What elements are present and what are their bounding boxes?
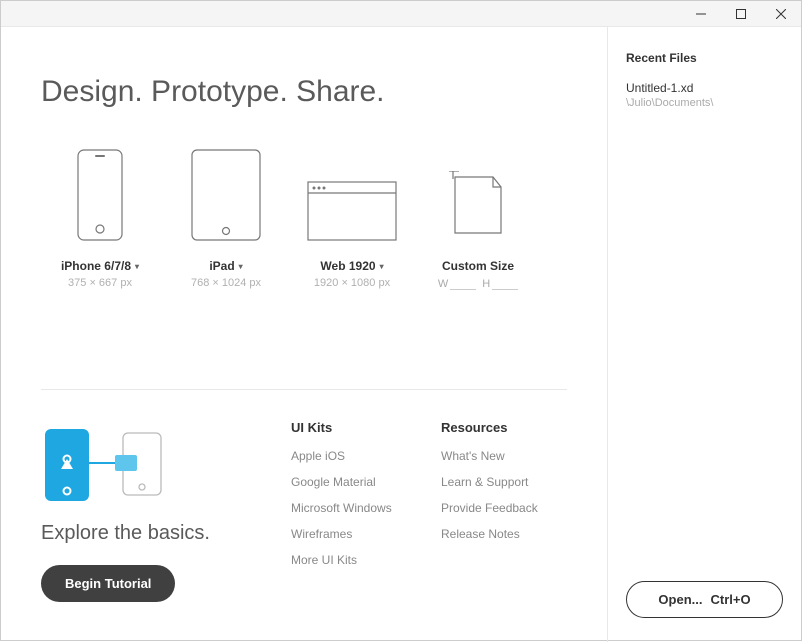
maximize-button[interactable] <box>721 1 761 27</box>
uikit-link-apple[interactable]: Apple iOS <box>291 449 417 463</box>
titlebar <box>1 1 801 27</box>
preset-thumb <box>41 145 159 241</box>
custom-width-input[interactable] <box>450 277 476 290</box>
preset-row: iPhone 6/7/8 ▾ 375 × 667 px iPad ▾ 768 ×… <box>41 145 567 290</box>
recent-file-name: Untitled-1.xd <box>626 81 783 95</box>
uikits-column: UI Kits Apple iOS Google Material Micros… <box>291 420 417 602</box>
uikit-link-google[interactable]: Google Material <box>291 475 417 489</box>
chevron-down-icon: ▾ <box>380 262 384 271</box>
browser-icon <box>307 181 397 241</box>
close-icon <box>776 9 786 19</box>
preset-thumb <box>167 145 285 241</box>
resource-link-releasenotes[interactable]: Release Notes <box>441 527 567 541</box>
uikit-link-wireframes[interactable]: Wireframes <box>291 527 417 541</box>
open-button[interactable]: Open... Ctrl+O <box>626 581 783 618</box>
custom-height-label: H <box>482 278 490 290</box>
right-panel: Recent Files Untitled-1.xd \Julio\Docume… <box>607 27 801 642</box>
custom-height-input[interactable] <box>492 277 518 290</box>
preset-dims: 375 × 667 px <box>41 277 159 289</box>
page-title: Design. Prototype. Share. <box>41 75 567 109</box>
uikit-link-microsoft[interactable]: Microsoft Windows <box>291 501 417 515</box>
preset-iphone[interactable]: iPhone 6/7/8 ▾ 375 × 667 px <box>41 145 159 290</box>
preset-dims: 1920 × 1080 px <box>293 277 411 289</box>
begin-tutorial-button[interactable]: Begin Tutorial <box>41 565 175 602</box>
resources-heading: Resources <box>441 420 567 435</box>
link-columns: UI Kits Apple iOS Google Material Micros… <box>291 420 567 602</box>
ipad-icon <box>191 149 261 241</box>
preset-web[interactable]: Web 1920 ▾ 1920 × 1080 px <box>293 145 411 290</box>
resource-link-whatsnew[interactable]: What's New <box>441 449 567 463</box>
recent-files-heading: Recent Files <box>626 51 783 65</box>
open-button-shortcut: Ctrl+O <box>710 592 750 607</box>
custom-width-label: W <box>438 278 448 290</box>
tutorial-illustration <box>41 420 271 510</box>
minimize-icon <box>696 9 706 19</box>
minimize-button[interactable] <box>681 1 721 27</box>
resource-link-support[interactable]: Learn & Support <box>441 475 567 489</box>
resources-column: Resources What's New Learn & Support Pro… <box>441 420 567 602</box>
bottom-row: Explore the basics. Begin Tutorial UI Ki… <box>41 389 567 622</box>
preset-custom[interactable]: Custom Size W H <box>419 145 537 290</box>
basics-caption: Explore the basics. <box>41 522 271 545</box>
tutorial-icon <box>41 425 171 505</box>
left-panel: Design. Prototype. Share. iPhone 6/7/8 ▾… <box>1 27 607 642</box>
custom-size-icon <box>449 171 507 241</box>
recent-file-path: \Julio\Documents\ <box>626 97 783 109</box>
open-button-label: Open... <box>658 592 702 607</box>
recent-file-item[interactable]: Untitled-1.xd \Julio\Documents\ <box>626 81 783 109</box>
chevron-down-icon: ▾ <box>239 262 243 271</box>
preset-dims: 768 × 1024 px <box>167 277 285 289</box>
preset-ipad[interactable]: iPad ▾ 768 × 1024 px <box>167 145 285 290</box>
preset-label: iPad ▾ <box>209 259 242 273</box>
preset-thumb <box>419 145 537 241</box>
preset-label: Custom Size <box>442 259 514 273</box>
chevron-down-icon: ▾ <box>135 262 139 271</box>
custom-size-fields: W H <box>419 277 537 290</box>
resource-link-feedback[interactable]: Provide Feedback <box>441 501 567 515</box>
preset-label: iPhone 6/7/8 ▾ <box>61 259 139 273</box>
close-button[interactable] <box>761 1 801 27</box>
preset-thumb <box>293 145 411 241</box>
preset-label: Web 1920 ▾ <box>320 259 383 273</box>
uikits-heading: UI Kits <box>291 420 417 435</box>
maximize-icon <box>736 9 746 19</box>
main-area: Design. Prototype. Share. iPhone 6/7/8 ▾… <box>1 27 801 642</box>
uikit-link-more[interactable]: More UI Kits <box>291 553 417 567</box>
basics-section: Explore the basics. Begin Tutorial <box>41 420 271 602</box>
iphone-icon <box>77 149 123 241</box>
